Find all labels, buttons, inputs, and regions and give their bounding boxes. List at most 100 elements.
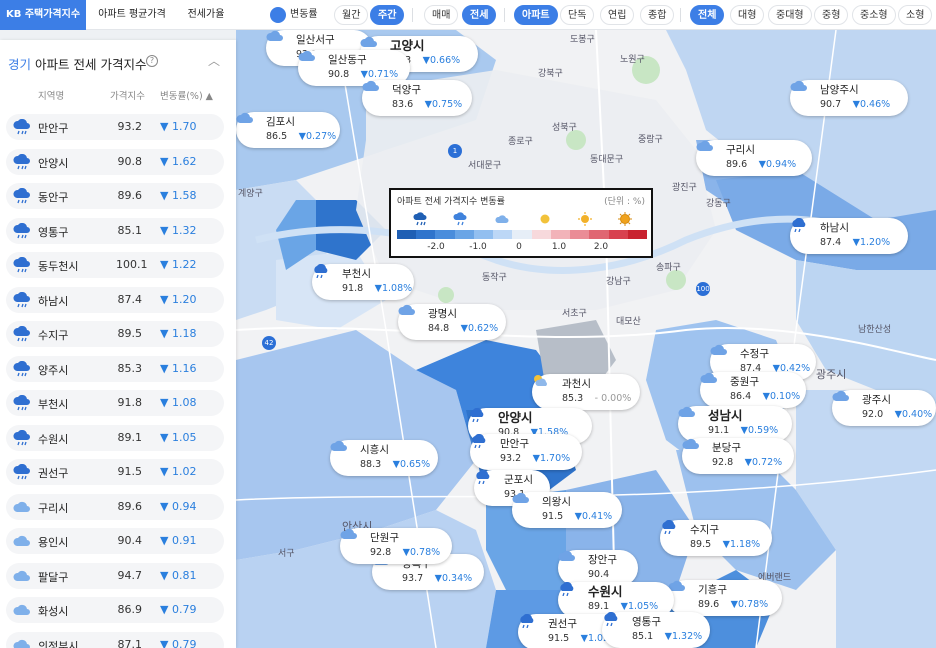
row-price-index: 89.5	[117, 327, 143, 340]
region-bubble-danwon[interactable]: 단원구 92.8 ▼0.78%	[340, 528, 452, 564]
legend-color-swatch	[627, 230, 648, 239]
row-region-name: 하남시	[38, 294, 69, 308]
column-header-change[interactable]: 변동률(%) ▲	[160, 88, 213, 102]
list-item[interactable]: 용인시 90.4 ▼ 0.91	[6, 528, 224, 554]
tab-apt-average-price[interactable]: 아파트 평균가격	[86, 0, 178, 30]
list-item[interactable]: 동안구 89.6 ▼ 1.58	[6, 183, 224, 209]
list-item[interactable]: 의정부시 87.1 ▼ 0.79	[6, 631, 224, 648]
pill-monthly[interactable]: 월간	[334, 5, 369, 25]
region-bubble-bundang[interactable]: 분당구 92.8 ▼0.72%	[682, 438, 794, 474]
highway-marker: 42	[262, 336, 276, 350]
pill-weekly[interactable]: 주간	[370, 5, 405, 25]
cloud-icon	[362, 80, 379, 91]
pill-mid-small[interactable]: 중소형	[852, 5, 896, 25]
pill-row-house[interactable]: 연립	[600, 5, 635, 25]
row-price-index: 90.8	[117, 154, 143, 168]
region-bubble-jangan[interactable]: 장안구 90.4	[558, 550, 638, 586]
list-item[interactable]: 안양시 90.8 ▼ 1.62	[6, 148, 224, 175]
list-item[interactable]: 수지구 89.5 ▼ 1.18	[6, 321, 224, 347]
list-item[interactable]: 동두천시 100.1 ▼ 1.22	[6, 252, 224, 278]
region-bubble-deogyang[interactable]: 덕양구 83.6 ▼0.75%	[362, 80, 472, 116]
tab-jeonse-ratio[interactable]: 전세가율	[178, 0, 234, 30]
region-bubble-uiwang[interactable]: 의왕시 91.5 ▼0.41%	[512, 492, 622, 528]
list-item[interactable]: 팔달구 94.7 ▼ 0.81	[6, 562, 224, 589]
rain-cloud-icon	[12, 360, 32, 380]
row-region-name: 구리시	[38, 501, 69, 515]
list-item[interactable]: 만안구 93.2 ▼ 1.70	[6, 114, 224, 140]
rain-cloud-icon	[12, 394, 32, 414]
rain-cloud-icon	[520, 614, 534, 628]
row-change-rate: ▼ 1.02	[160, 465, 197, 478]
sun-icon	[578, 212, 592, 226]
region-bubble-namyangju[interactable]: 남양주시 90.7 ▼0.46%	[790, 80, 908, 116]
pill-detached[interactable]: 단독	[560, 5, 595, 25]
region-bubble-siheung[interactable]: 시흥시 88.3 ▼0.65%	[330, 440, 438, 476]
tab-kb-housing-index[interactable]: KB 주택가격지수	[0, 0, 86, 30]
region-bubble-hanam[interactable]: 하남시 87.4 ▼1.20%	[790, 218, 908, 254]
row-region-name: 의정부시	[38, 639, 79, 648]
region-bubble-seongnam[interactable]: 성남시 91.1 ▼0.59%	[678, 406, 792, 442]
map-label: 종로구	[508, 137, 533, 147]
map-label: 광주시	[816, 368, 847, 381]
region-bubble-gimpo[interactable]: 김포시 86.5 ▼0.27%	[236, 112, 340, 148]
row-change-rate: ▼ 0.79	[160, 603, 197, 616]
row-change-rate: ▼ 1.16	[160, 361, 197, 375]
chevron-up-icon[interactable]: ︿	[208, 52, 220, 69]
pill-mid-large[interactable]: 중대형	[768, 5, 812, 25]
region-bubble-manan[interactable]: 만안구 93.2 ▼1.70%	[470, 434, 582, 470]
rain-cloud-icon	[470, 408, 484, 422]
list-item[interactable]: 구리시 89.6 ▼ 0.94	[6, 493, 224, 520]
rain-cloud-icon	[12, 153, 32, 173]
region-bubble-guri[interactable]: 구리시 89.6 ▼0.94%	[696, 140, 812, 176]
cloud-icon	[678, 406, 695, 417]
cloud-icon	[340, 528, 357, 539]
pill-composite[interactable]: 종합	[640, 5, 675, 25]
row-price-index: 85.1	[117, 223, 143, 237]
legend-tick: 0	[516, 242, 522, 252]
column-header-region[interactable]: 지역명	[38, 88, 64, 102]
legend-color-swatch	[473, 230, 494, 239]
rain-cloud-icon	[453, 212, 467, 226]
pill-sale[interactable]: 매매	[424, 5, 459, 25]
region-bubble-suji[interactable]: 수지구 89.5 ▼1.18%	[660, 520, 772, 556]
legend-color-swatch	[531, 230, 551, 239]
change-rate-toggle[interactable]	[270, 7, 286, 23]
pill-medium[interactable]: 중형	[814, 5, 849, 25]
row-change-rate: ▼ 1.62	[160, 154, 197, 168]
region-bubble-gwangju[interactable]: 광주시 92.0 ▼0.40%	[832, 390, 936, 426]
column-header-index[interactable]: 가격지수	[110, 88, 145, 102]
pill-all-sizes[interactable]: 전체	[690, 5, 725, 25]
list-item[interactable]: 양주시 85.3 ▼ 1.16	[6, 355, 224, 382]
region-bubble-gwacheon[interactable]: 과천시 85.3 - 0.00%	[532, 374, 640, 410]
choropleth-map[interactable]: 도봉구 노원구 강북구 성북구 중랑구 종로구 동대문구 서대문구 광진구 강동…	[236, 30, 936, 648]
row-region-name: 안양시	[38, 156, 69, 170]
legend-tick: 1.0	[551, 242, 567, 252]
row-price-index: 86.9	[117, 603, 143, 616]
list-item[interactable]: 권선구 91.5 ▼ 1.02	[6, 459, 224, 485]
region-bubble-gwangmyeong[interactable]: 광명시 84.8 ▼0.62%	[398, 304, 506, 340]
region-bubble-bucheon[interactable]: 부천시 91.8 ▼1.08%	[312, 264, 414, 300]
legend-color-swatch	[397, 230, 417, 239]
list-item[interactable]: 하남시 87.4 ▼ 1.20	[6, 286, 224, 313]
pill-small[interactable]: 소형	[898, 5, 933, 25]
cloud-icon	[682, 438, 699, 449]
legend-unit: (단위 : %)	[604, 197, 645, 207]
pill-apartment[interactable]: 아파트	[514, 5, 558, 25]
list-item[interactable]: 화성시 86.9 ▼ 0.79	[6, 597, 224, 623]
map-label: 서구	[278, 549, 295, 559]
cloud-icon	[512, 492, 529, 503]
help-icon[interactable]: ?	[146, 55, 158, 67]
pill-large[interactable]: 대형	[730, 5, 765, 25]
region-bubble-jungwon[interactable]: 중원구 86.4 ▼0.10%	[700, 372, 806, 408]
list-item[interactable]: 수원시 89.1 ▼ 1.05	[6, 424, 224, 451]
cloud-icon	[330, 440, 347, 451]
row-price-index: 85.3	[117, 361, 143, 375]
list-item[interactable]: 영통구 85.1 ▼ 1.32	[6, 217, 224, 244]
pill-jeonse[interactable]: 전세	[462, 5, 497, 25]
region-bubble-yeongtong[interactable]: 영통구 85.1 ▼1.32%	[602, 612, 710, 648]
cloud-icon	[558, 550, 575, 561]
rain-cloud-icon	[12, 118, 32, 138]
region-bubble-giheung[interactable]: 기흥구 89.6 ▼0.78%	[668, 580, 782, 616]
cloud-icon	[360, 36, 377, 47]
list-item[interactable]: 부천시 91.8 ▼ 1.08	[6, 390, 224, 416]
